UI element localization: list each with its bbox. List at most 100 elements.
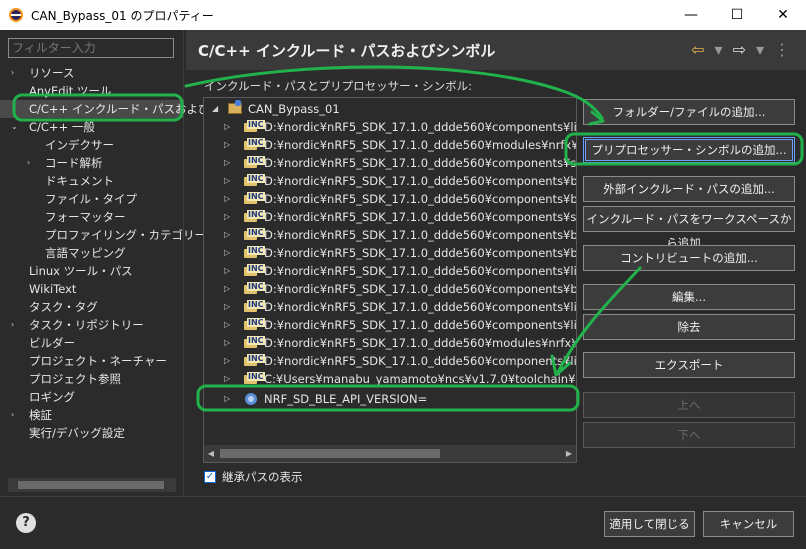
export-button[interactable]: エクスポート: [583, 352, 795, 378]
expand-icon[interactable]: ▷: [224, 226, 230, 244]
expand-icon[interactable]: ▷: [224, 390, 230, 408]
apply-and-close-button[interactable]: 適用して閉じる: [604, 511, 695, 537]
sidebar-item-code-analysis[interactable]: › コード解析: [0, 154, 184, 172]
inherit-paths-option[interactable]: ✓ 継承パスの表示: [204, 469, 303, 485]
back-arrow-icon[interactable]: ⇦: [691, 40, 704, 59]
include-path-row[interactable]: ▷ INC D:¥nordic¥nRF5_SDK_17.1.0_ddde560¥…: [204, 298, 576, 316]
symbol-row[interactable]: ▷ NRF_SD_BLE_API_VERSION=: [204, 390, 576, 408]
sidebar-item-anyedit[interactable]: AnyEdit ツール: [0, 82, 184, 100]
include-path-row[interactable]: ▷ INC D:¥nordic¥nRF5_SDK_17.1.0_ddde560¥…: [204, 118, 576, 136]
include-path-row[interactable]: ▷ INC D:¥nordic¥nRF5_SDK_17.1.0_ddde560¥…: [204, 226, 576, 244]
edit-button[interactable]: 編集...: [583, 284, 795, 310]
include-path-row[interactable]: ▷ INC D:¥nordic¥nRF5_SDK_17.1.0_ddde560¥…: [204, 208, 576, 226]
sidebar-item-linux-tools[interactable]: Linux ツール・パス: [0, 262, 184, 280]
cancel-button[interactable]: キャンセル: [703, 511, 794, 537]
expand-icon[interactable]: ▷: [224, 136, 230, 154]
sidebar-item-run-debug[interactable]: 実行/デバッグ設定: [0, 424, 184, 442]
inherit-paths-checkbox[interactable]: ✓: [204, 471, 216, 483]
sidebar-item-builders[interactable]: ビルダー: [0, 334, 184, 352]
maximize-button[interactable]: ☐: [714, 0, 760, 30]
expand-icon[interactable]: ▷: [224, 352, 230, 370]
sidebar-item-wikitext[interactable]: WikiText: [0, 280, 184, 298]
include-folder-icon: INC: [244, 228, 265, 242]
remove-button[interactable]: 除去: [583, 314, 795, 340]
sidebar-item-cpp-general[interactable]: ⌄ C/C++ 一般: [0, 118, 184, 136]
include-path-row[interactable]: ▷ INC D:¥nordic¥nRF5_SDK_17.1.0_ddde560¥…: [204, 190, 576, 208]
include-path-tree[interactable]: ◢ CAN_Bypass_01 ▷ INC D:¥nordic¥nRF5_SDK…: [203, 97, 577, 463]
sidebar-item-task-repository[interactable]: › タスク・リポジトリー: [0, 316, 184, 334]
expand-icon[interactable]: ▷: [224, 334, 230, 352]
add-folder-button[interactable]: フォルダー/ファイルの追加...: [583, 99, 795, 125]
sidebar-item-resource[interactable]: › リソース: [0, 64, 184, 82]
expand-icon[interactable]: ▷: [224, 172, 230, 190]
scroll-right-icon[interactable]: ▶: [562, 445, 576, 462]
scroll-left-icon[interactable]: ◀: [204, 445, 218, 462]
add-workspace-include-button[interactable]: インクルード・パスをワークスペースから追加...: [583, 206, 795, 250]
sidebar-item-task-tags[interactable]: タスク・タグ: [0, 298, 184, 316]
expand-icon[interactable]: ▷: [224, 118, 230, 136]
project-name: CAN_Bypass_01: [248, 102, 340, 116]
sidebar-item-language-mapping[interactable]: 言語マッピング: [0, 244, 184, 262]
expand-icon[interactable]: ›: [11, 406, 14, 424]
include-path-row[interactable]: ▷ INC D:¥nordic¥nRF5_SDK_17.1.0_ddde560¥…: [204, 244, 576, 262]
expand-icon[interactable]: ›: [27, 154, 30, 172]
sidebar-item-formatter[interactable]: フォーマッター: [0, 208, 184, 226]
expand-icon[interactable]: ›: [11, 316, 14, 334]
expand-icon[interactable]: ▷: [224, 280, 230, 298]
close-button[interactable]: ✕: [760, 0, 806, 30]
sidebar-item-indexer[interactable]: インデクサー: [0, 136, 184, 154]
sidebar-scrollbar[interactable]: [8, 478, 176, 492]
expand-icon[interactable]: ▷: [224, 262, 230, 280]
expand-icon[interactable]: ▷: [224, 208, 230, 226]
expand-icon[interactable]: ›: [11, 64, 14, 82]
include-path-text: D:¥nordic¥nRF5_SDK_17.1.0_ddde560¥compon…: [264, 264, 577, 278]
collapse-icon[interactable]: ⌄: [11, 118, 18, 136]
scrollbar-thumb[interactable]: [220, 449, 440, 458]
expand-icon[interactable]: ▷: [224, 298, 230, 316]
forward-arrow-icon[interactable]: ⇨: [733, 40, 746, 59]
add-contribution-button[interactable]: コントリビュートの追加...: [583, 245, 795, 271]
scrollbar-thumb[interactable]: [18, 481, 164, 489]
sidebar-item-documentation[interactable]: ドキュメント: [0, 172, 184, 190]
sidebar-item-include-paths[interactable]: C/C++ インクルード・パスおよび: [0, 100, 210, 118]
include-path-text: C:¥Users¥manabu_yamamoto¥ncs¥v1.7.0¥tool…: [264, 372, 576, 386]
minimize-button[interactable]: —: [668, 0, 714, 30]
include-folder-icon: INC: [244, 264, 265, 278]
sidebar-item-file-types[interactable]: ファイル・タイプ: [0, 190, 184, 208]
expand-icon[interactable]: ▷: [224, 190, 230, 208]
expand-icon[interactable]: ▷: [224, 154, 230, 172]
expand-icon[interactable]: ▷: [224, 244, 230, 262]
include-path-text: D:¥nordic¥nRF5_SDK_17.1.0_ddde560¥module…: [264, 336, 577, 350]
include-path-row[interactable]: ▷ INC D:¥nordic¥nRF5_SDK_17.1.0_ddde560¥…: [204, 262, 576, 280]
include-folder-icon: INC: [244, 246, 265, 260]
view-menu-icon[interactable]: ⋮: [774, 40, 790, 59]
add-external-include-button[interactable]: 外部インクルード・パスの追加...: [583, 176, 795, 202]
forward-dropdown-icon[interactable]: ▾: [756, 40, 764, 59]
sidebar-item-label: タスク・リポジトリー: [29, 318, 144, 332]
expand-icon[interactable]: ▷: [224, 370, 230, 388]
sidebar-item-logging[interactable]: ロギング: [0, 388, 184, 406]
move-down-button[interactable]: 下へ: [583, 422, 795, 448]
include-path-row[interactable]: ▷ INC D:¥nordic¥nRF5_SDK_17.1.0_ddde560¥…: [204, 136, 576, 154]
sidebar-item-label: インデクサー: [45, 138, 114, 152]
list-scrollbar[interactable]: ◀ ▶: [204, 445, 576, 462]
add-preprocessor-symbol-button[interactable]: プリプロセッサー・シンボルの追加...: [583, 137, 795, 163]
help-icon[interactable]: ?: [16, 513, 36, 533]
include-path-row[interactable]: ▷ INC D:¥nordic¥nRF5_SDK_17.1.0_ddde560¥…: [204, 172, 576, 190]
sidebar-item-project-references[interactable]: プロジェクト参照: [0, 370, 184, 388]
sidebar-item-validation[interactable]: › 検証: [0, 406, 184, 424]
sidebar-item-profiling[interactable]: プロファイリング・カテゴリー: [0, 226, 206, 244]
include-path-row[interactable]: ▷ INC D:¥nordic¥nRF5_SDK_17.1.0_ddde560¥…: [204, 334, 576, 352]
include-path-row[interactable]: ▷ INC D:¥nordic¥nRF5_SDK_17.1.0_ddde560¥…: [204, 154, 576, 172]
move-up-button[interactable]: 上へ: [583, 392, 795, 418]
filter-input[interactable]: [8, 38, 174, 58]
include-path-row[interactable]: ▷ INC D:¥nordic¥nRF5_SDK_17.1.0_ddde560¥…: [204, 280, 576, 298]
sidebar-item-project-natures[interactable]: プロジェクト・ネーチャー: [0, 352, 184, 370]
expand-icon[interactable]: ▷: [224, 316, 230, 334]
include-path-row[interactable]: ▷ INC D:¥nordic¥nRF5_SDK_17.1.0_ddde560¥…: [204, 352, 576, 370]
include-path-row[interactable]: ▷ INC D:¥nordic¥nRF5_SDK_17.1.0_ddde560¥…: [204, 316, 576, 334]
project-row[interactable]: ◢ CAN_Bypass_01: [204, 100, 576, 118]
back-dropdown-icon[interactable]: ▾: [715, 40, 723, 59]
collapse-icon[interactable]: ◢: [212, 100, 218, 118]
include-path-row[interactable]: ▷ INC C:¥Users¥manabu_yamamoto¥ncs¥v1.7.…: [204, 370, 576, 388]
